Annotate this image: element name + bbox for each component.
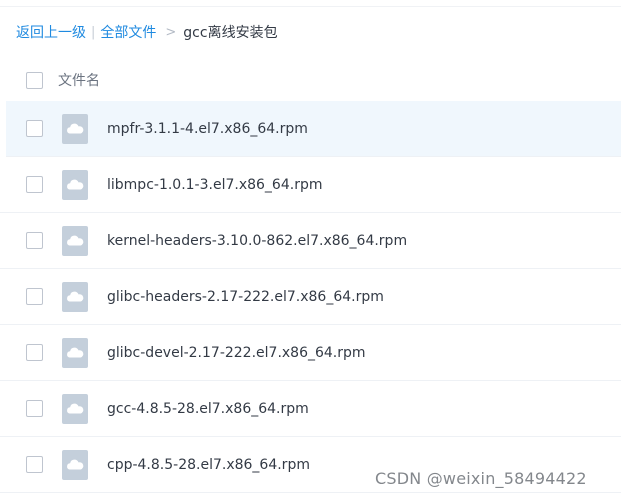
rpm-file-icon [62,281,88,312]
file-checkbox[interactable] [26,456,43,473]
rpm-file-icon [62,449,88,480]
column-header-filename: 文件名 [58,73,100,89]
rpm-file-icon [62,113,88,144]
file-list: mpfr-3.1.1-4.el7.x86_64.rpm libmpc-1.0.1… [0,101,621,493]
file-name[interactable]: cpp-4.8.5-28.el7.x86_64.rpm [107,457,310,473]
breadcrumb-separator: | [91,24,96,40]
file-row[interactable]: libmpc-1.0.1-3.el7.x86_64.rpm [0,157,621,213]
all-files-link[interactable]: 全部文件 [100,22,156,42]
file-checkbox[interactable] [26,232,43,249]
rpm-file-icon [62,169,88,200]
file-checkbox[interactable] [26,288,43,305]
breadcrumb-current-folder: gcc离线安装包 [183,25,278,41]
file-row[interactable]: glibc-headers-2.17-222.el7.x86_64.rpm [0,269,621,325]
rpm-file-icon [62,337,88,368]
file-name[interactable]: glibc-headers-2.17-222.el7.x86_64.rpm [107,289,384,305]
file-checkbox[interactable] [26,400,43,417]
file-browser-page: 返回上一级 | 全部文件 > gcc离线安装包 文件名 mpfr-3.1.1-4… [0,0,621,499]
top-divider [0,6,621,7]
file-row[interactable]: gcc-4.8.5-28.el7.x86_64.rpm [0,381,621,437]
file-row[interactable]: kernel-headers-3.10.0-862.el7.x86_64.rpm [0,213,621,269]
file-list-header: 文件名 [0,60,621,100]
breadcrumb: 返回上一级 | 全部文件 > gcc离线安装包 [16,22,278,42]
breadcrumb-arrow: > [165,24,177,40]
file-name[interactable]: mpfr-3.1.1-4.el7.x86_64.rpm [107,121,308,137]
file-name[interactable]: libmpc-1.0.1-3.el7.x86_64.rpm [107,177,322,193]
file-row[interactable]: glibc-devel-2.17-222.el7.x86_64.rpm [0,325,621,381]
file-name[interactable]: gcc-4.8.5-28.el7.x86_64.rpm [107,401,309,417]
watermark: CSDN @weixin_58494422 [375,469,587,488]
file-checkbox[interactable] [26,120,43,137]
file-name[interactable]: kernel-headers-3.10.0-862.el7.x86_64.rpm [107,233,407,249]
rpm-file-icon [62,225,88,256]
rpm-file-icon [62,393,88,424]
back-link[interactable]: 返回上一级 [16,22,86,42]
file-row[interactable]: mpfr-3.1.1-4.el7.x86_64.rpm [6,101,621,157]
file-checkbox[interactable] [26,176,43,193]
select-all-checkbox[interactable] [26,71,43,89]
file-checkbox[interactable] [26,344,43,361]
file-name[interactable]: glibc-devel-2.17-222.el7.x86_64.rpm [107,345,366,361]
